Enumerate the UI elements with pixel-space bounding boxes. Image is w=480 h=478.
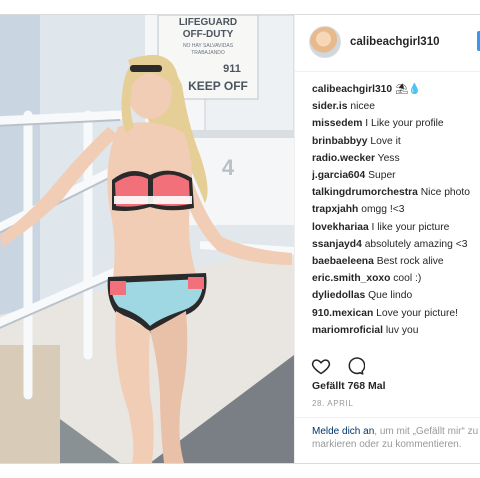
comment-item: baebaeleena Best rock alive <box>312 253 480 270</box>
comment-text: Que lindo <box>368 290 413 302</box>
post-date: 28. APRIL <box>312 399 354 408</box>
comment-text: cool :) <box>393 273 422 285</box>
photo-illustration: LIFEGUARD OFF-DUTY NO HAY SALVAVIDAS TRA… <box>0 15 294 463</box>
comment-text: Super <box>368 170 396 182</box>
caption-username[interactable]: calibeachgirl310 <box>312 84 392 95</box>
comment-text: Yess <box>377 152 400 164</box>
comment-item: j.garcia604 Super <box>312 167 480 184</box>
comment-username[interactable]: lovekhariaa <box>312 222 369 233</box>
comment-item: trapxjahh omgg !<3 <box>312 201 480 218</box>
comment-text: luv you <box>385 324 419 336</box>
comment-item: sider.is nicee <box>312 98 480 115</box>
comment-text: Best rock alive <box>376 256 444 268</box>
action-bar <box>311 356 375 378</box>
sign-line5: KEEP OFF <box>188 79 248 93</box>
comment-username[interactable]: j.garcia604 <box>312 170 365 181</box>
post-sidebar: calibeachgirl310 calibeachgirl310 ⛱💧 sid… <box>294 15 480 463</box>
comment-text: omgg !<3 <box>361 204 405 216</box>
sign-line2: OFF-DUTY <box>183 29 234 40</box>
comment-item: radio.wecker Yess <box>312 150 480 167</box>
comment-bubble-icon[interactable] <box>345 356 366 381</box>
divider <box>295 417 480 418</box>
caption-emoji: ⛱💧 <box>395 84 421 95</box>
comment-item: mariomroficial luv you <box>312 322 480 339</box>
comment-item: dyliedollas Que lindo <box>312 287 480 304</box>
comment-username[interactable]: dyliedollas <box>312 290 365 301</box>
comment-username[interactable]: mariomroficial <box>312 325 383 336</box>
like-count[interactable]: Gefällt 768 Mal <box>312 380 386 392</box>
comment-item: talkingdrumorchestra Nice photo <box>312 184 480 201</box>
comment-username[interactable]: eric.smith_xoxo <box>312 273 390 284</box>
comment-item: ssanjayd4 absolutely amazing <3 <box>312 236 480 253</box>
comment-text: nicee <box>350 101 375 113</box>
tower-number: 4 <box>222 155 235 180</box>
avatar[interactable] <box>309 26 341 58</box>
sign-line1: LIFEGUARD <box>179 17 237 28</box>
sign-number: 911 <box>223 63 241 75</box>
comment-text: absolutely amazing <3 <box>364 238 468 250</box>
comment-username[interactable]: baebaeleena <box>312 256 374 267</box>
login-link[interactable]: Melde dich an <box>312 426 374 437</box>
post-header: calibeachgirl310 <box>295 15 480 72</box>
login-prompt: Melde dich an, um mit „Gefällt mir“ zu m… <box>312 425 480 451</box>
comment-username[interactable]: 910.mexican <box>312 308 373 319</box>
comment-text: I Like your profile <box>365 118 444 130</box>
comment-text: Love it <box>370 135 401 147</box>
comment-username[interactable]: sider.is <box>312 101 348 112</box>
comment-text: Nice photo <box>420 187 470 199</box>
comment-item: 910.mexican Love your picture! <box>312 305 480 322</box>
comment-username[interactable]: brinbabbyy <box>312 136 368 147</box>
comment-username[interactable]: missedem <box>312 118 362 129</box>
sign-line3: NO HAY SALVAVIDAS <box>183 43 234 49</box>
comment-username[interactable]: talkingdrumorchestra <box>312 187 418 198</box>
comment-username[interactable]: trapxjahh <box>312 204 358 215</box>
caption: calibeachgirl310 ⛱💧 <box>312 81 480 98</box>
author-username[interactable]: calibeachgirl310 <box>350 36 440 48</box>
comment-list: calibeachgirl310 ⛱💧 sider.is nicee missed… <box>312 81 480 339</box>
comment-username[interactable]: radio.wecker <box>312 153 375 164</box>
comment-text: Love your picture! <box>376 307 458 319</box>
comment-item: eric.smith_xoxo cool :) <box>312 270 480 287</box>
comment-item: lovekhariaa I like your picture <box>312 219 480 236</box>
comment-item: missedem I Like your profile <box>312 115 480 132</box>
comment-text: I like your picture <box>371 221 450 233</box>
post-photo[interactable]: LIFEGUARD OFF-DUTY NO HAY SALVAVIDAS TRA… <box>0 15 294 463</box>
heart-icon[interactable] <box>311 356 331 381</box>
sign-line4: TRABAJANDO <box>191 50 225 56</box>
comment-item: brinbabbyy Love it <box>312 133 480 150</box>
comment-username[interactable]: ssanjayd4 <box>312 239 362 250</box>
